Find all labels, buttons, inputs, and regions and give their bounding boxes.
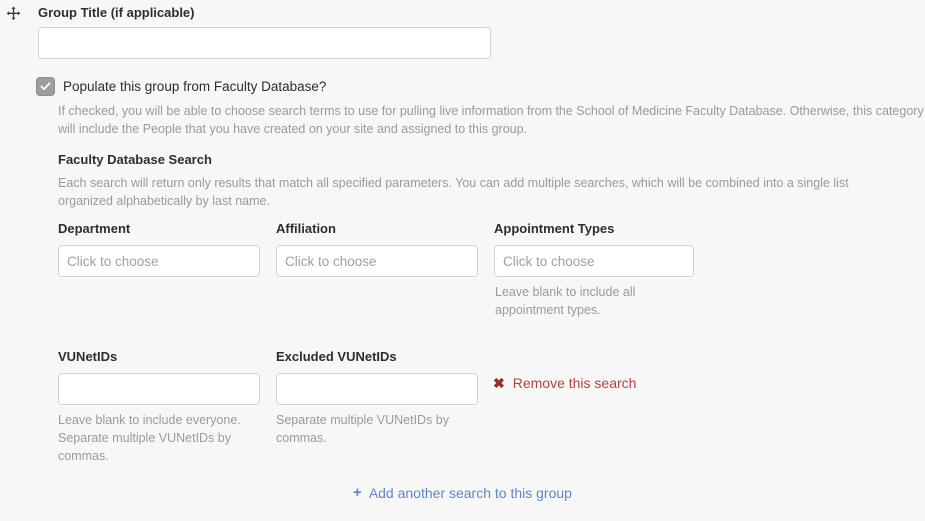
populate-checkbox[interactable] bbox=[36, 77, 55, 96]
appointment-types-help-text: Leave blank to include all appointment t… bbox=[495, 283, 645, 319]
plus-icon: + bbox=[353, 485, 362, 500]
vunetids-help-text: Leave blank to include everyone. Separat… bbox=[58, 411, 248, 465]
add-another-search-link[interactable]: + Add another search to this group bbox=[353, 485, 572, 501]
add-search-link-container: + Add another search to this group bbox=[0, 484, 925, 502]
excluded-vunetids-input[interactable] bbox=[276, 373, 478, 405]
vunetids-label: VUNetIDs bbox=[58, 349, 117, 365]
department-input[interactable] bbox=[58, 245, 260, 277]
move-arrows-icon[interactable] bbox=[4, 4, 22, 22]
check-icon bbox=[40, 81, 51, 92]
appointment-types-label: Appointment Types bbox=[494, 221, 614, 237]
faculty-database-search-heading: Faculty Database Search bbox=[58, 152, 212, 168]
vunetids-input[interactable] bbox=[58, 373, 260, 405]
excluded-vunetids-label: Excluded VUNetIDs bbox=[276, 349, 397, 365]
populate-checkbox-label: Populate this group from Faculty Databas… bbox=[63, 78, 326, 95]
faculty-group-form: Group Title (if applicable) Populate thi… bbox=[0, 0, 925, 521]
affiliation-label: Affiliation bbox=[276, 221, 336, 237]
group-title-label: Group Title (if applicable) bbox=[38, 5, 195, 21]
close-x-icon: ✖ bbox=[493, 376, 505, 390]
populate-from-faculty-database-row[interactable]: Populate this group from Faculty Databas… bbox=[36, 77, 326, 96]
remove-this-search-link[interactable]: ✖ Remove this search bbox=[493, 375, 636, 391]
affiliation-input[interactable] bbox=[276, 245, 478, 277]
remove-this-search-label: Remove this search bbox=[513, 375, 637, 391]
department-label: Department bbox=[58, 221, 130, 237]
appointment-types-input[interactable] bbox=[494, 245, 694, 277]
excluded-vunetids-help-text: Separate multiple VUNetIDs by commas. bbox=[276, 411, 466, 447]
add-another-search-label: Add another search to this group bbox=[369, 485, 572, 501]
faculty-database-search-help-text: Each search will return only results tha… bbox=[58, 174, 898, 210]
populate-checkbox-help-text: If checked, you will be able to choose s… bbox=[58, 102, 924, 138]
group-title-input[interactable] bbox=[38, 27, 491, 59]
